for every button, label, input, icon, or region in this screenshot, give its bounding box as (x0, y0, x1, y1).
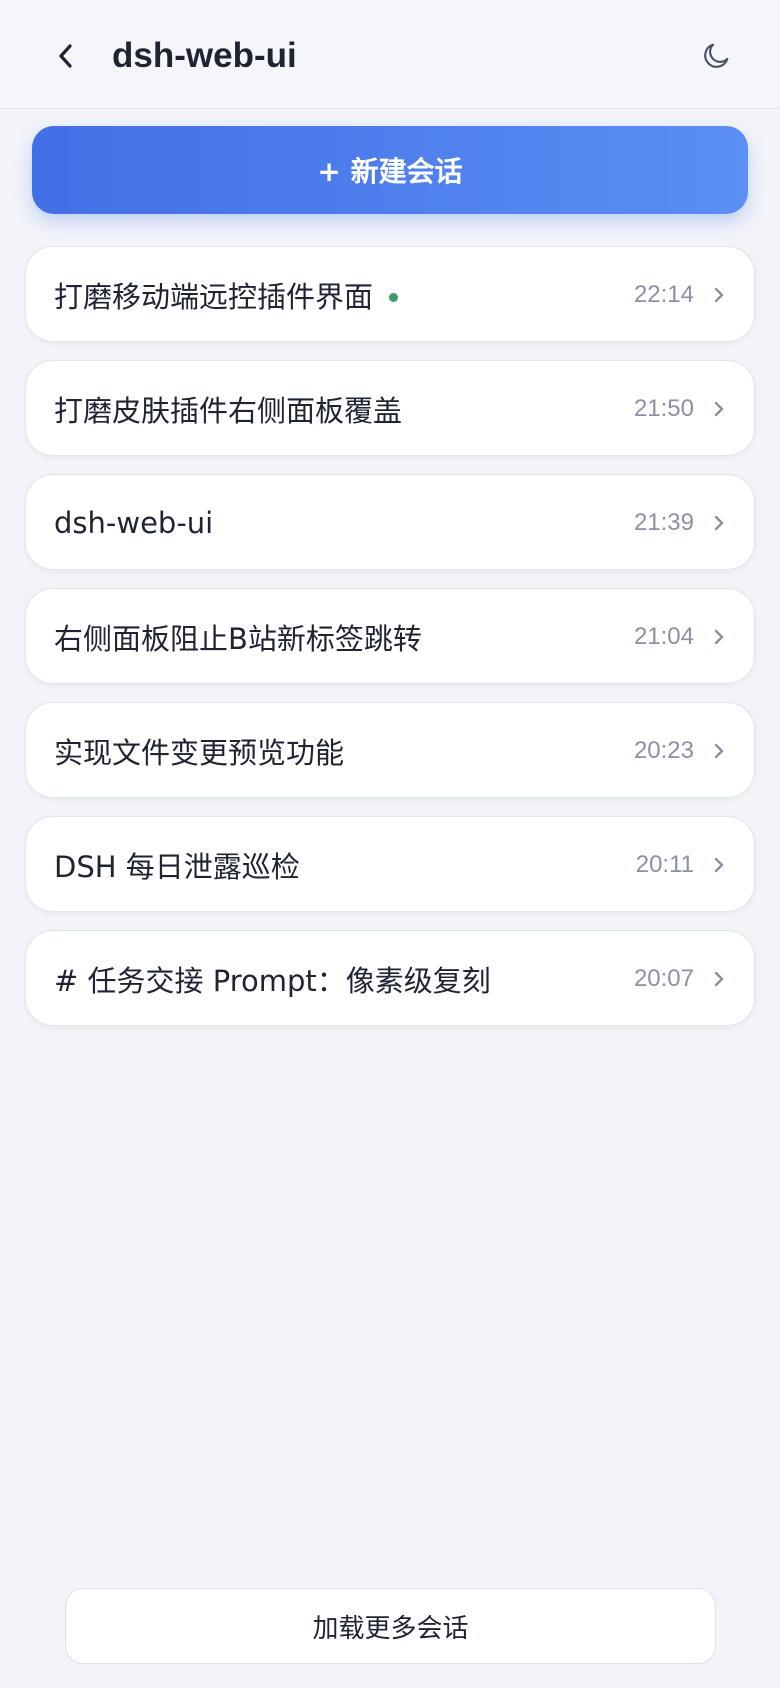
session-card[interactable]: 实现文件变更预览功能 20:23 (25, 702, 755, 798)
page-title: dsh-web-ui (112, 36, 297, 75)
session-time: 21:39 (633, 509, 694, 536)
chevron-right-icon (714, 857, 724, 873)
moon-icon (704, 43, 729, 68)
session-card[interactable]: DSH 每日泄露巡检 20:11 (25, 816, 755, 912)
session-title-text: dsh-web-ui (54, 506, 214, 540)
session-card[interactable]: dsh-web-ui 21:39 (25, 474, 755, 570)
session-card[interactable]: # 任务交接 Prompt：像素级复刻 20:07 (25, 930, 755, 1026)
session-time: 20:23 (633, 737, 694, 764)
header: dsh-web-ui (0, 0, 780, 109)
session-card[interactable]: 右侧面板阻止B站新标签跳转 21:04 (25, 588, 755, 684)
session-title-text: # 任务交接 Prompt：像素级复刻 (54, 964, 491, 998)
session-title: 实现文件变更预览功能 (54, 703, 344, 799)
session-title: 打磨皮肤插件右侧面板覆盖 (54, 361, 402, 457)
session-card[interactable]: 打磨皮肤插件右侧面板覆盖 21:50 (25, 360, 755, 456)
session-list: 打磨移动端远控插件界面 22:14 打磨皮肤插件右侧面板覆盖 21:50 dsh-web… (25, 246, 755, 1044)
session-title: # 任务交接 Prompt：像素级复刻 (54, 931, 491, 1027)
session-title: DSH 每日泄露巡检 (54, 817, 300, 913)
session-title-text: DSH 每日泄露巡检 (54, 850, 300, 884)
chevron-right-icon (714, 287, 724, 303)
chevron-right-icon (714, 743, 724, 759)
session-title-text: 右侧面板阻止B站新标签跳转 (54, 622, 422, 656)
session-title-text: 打磨皮肤插件右侧面板覆盖 (54, 394, 403, 428)
chevron-right-icon (714, 515, 724, 531)
session-title: 打磨移动端远控插件界面 (54, 247, 399, 343)
session-title: dsh-web-ui (54, 475, 213, 571)
session-title-text: 实现文件变更预览功能 (54, 736, 345, 770)
session-time: 21:50 (633, 395, 694, 422)
session-time: 22:14 (633, 281, 694, 308)
session-time: 20:07 (633, 965, 694, 992)
back-button[interactable] (44, 30, 88, 82)
new-session-button[interactable]: + 新建会话 (32, 126, 748, 214)
load-more-button[interactable]: 加载更多会话 (65, 1588, 716, 1664)
theme-toggle-button[interactable] (692, 32, 740, 80)
session-card[interactable]: 打磨移动端远控插件界面 22:14 (25, 246, 755, 342)
chevron-left-icon (59, 44, 72, 68)
chevron-right-icon (714, 971, 724, 987)
session-time: 20:11 (635, 851, 694, 878)
chevron-right-icon (714, 629, 724, 645)
session-time: 21:04 (633, 623, 694, 650)
chevron-right-icon (714, 401, 724, 417)
active-status-dot (389, 292, 399, 302)
session-title-text: 打磨移动端远控插件界面 (54, 280, 374, 314)
session-title: 右侧面板阻止B站新标签跳转 (54, 589, 422, 685)
app: dsh-web-ui + 新建会话 打磨移动端远控插件界面 22:14 打磨皮肤插件… (0, 0, 780, 1688)
